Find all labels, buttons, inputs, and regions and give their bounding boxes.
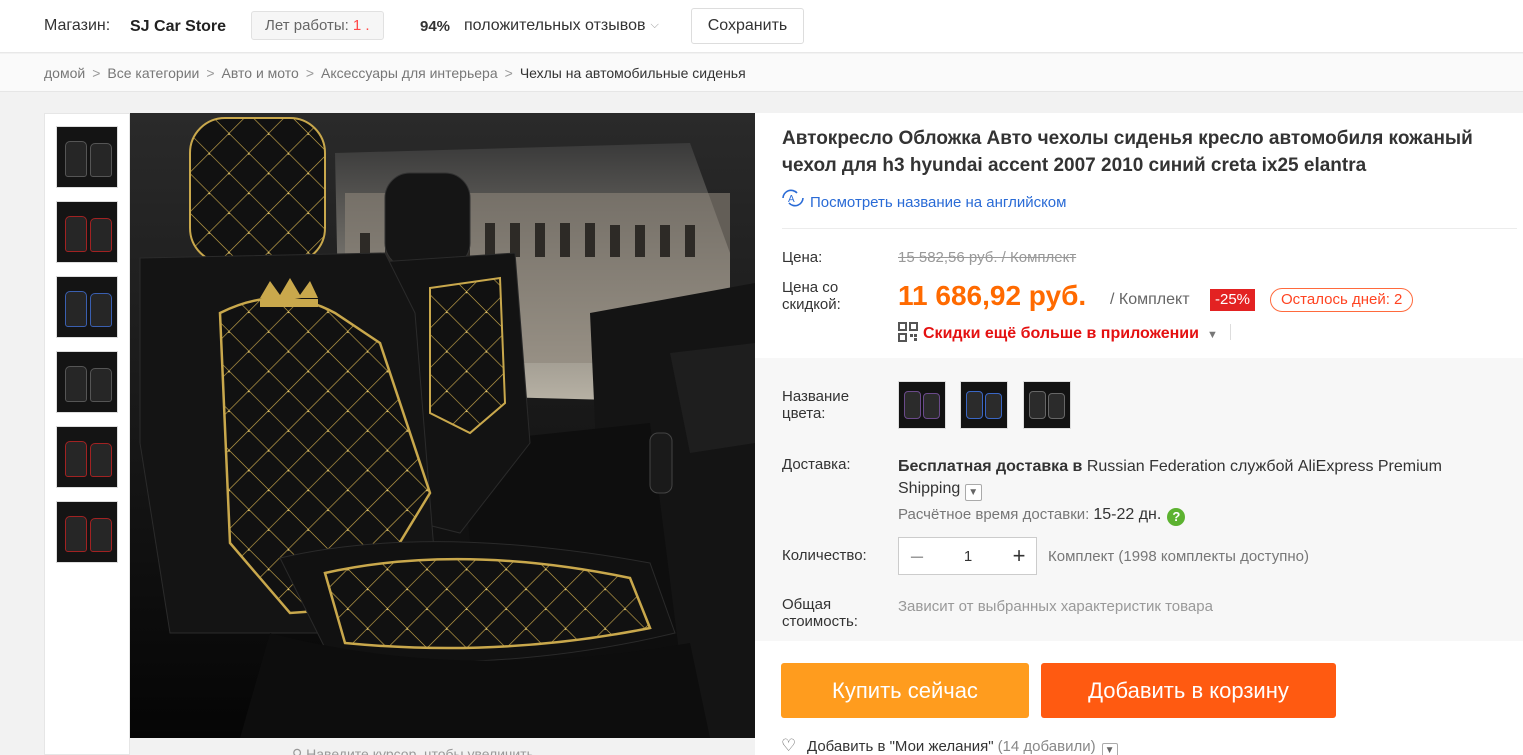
thumbnail-strip	[44, 113, 130, 755]
thumbnail-1[interactable]	[56, 126, 118, 188]
save-store-button[interactable]: Сохранить	[691, 8, 804, 44]
breadcrumb-home[interactable]: домой	[44, 65, 85, 81]
breadcrumb-all-categories[interactable]: Все категории	[107, 65, 199, 81]
breadcrumb-auto-moto[interactable]: Авто и мото	[222, 65, 299, 81]
eta-label: Расчётное время доставки:	[898, 506, 1090, 523]
breadcrumb-separator: >	[206, 65, 215, 81]
store-name-link[interactable]: SJ Car Store	[130, 18, 226, 36]
store-bar: Магазин: SJ Car Store Лет работы: 1 . 94%…	[0, 0, 1523, 53]
zoom-hint: ⚲ Наведите курсор, чтобы увеличить	[292, 746, 534, 755]
translate-link-text: Посмотреть название на английском	[810, 194, 1067, 211]
store-years-value: 1 .	[352, 17, 370, 34]
divider	[1229, 324, 1231, 340]
price-label: Цена:	[782, 249, 823, 266]
app-discount-text: Скидки ещё больше в приложении	[923, 325, 1199, 342]
breadcrumb-separator: >	[92, 65, 101, 81]
thumbnail-6[interactable]	[56, 501, 118, 563]
product-title: Автокресло Обложка Авто чехолы сиденья к…	[782, 128, 1473, 176]
add-to-cart-button[interactable]: Добавить в корзину	[1041, 663, 1336, 718]
wishlist-count: (14 добавили)	[997, 738, 1096, 755]
shipping-options-dropdown[interactable]: ▼	[964, 484, 982, 501]
thumbnail-4[interactable]	[56, 351, 118, 413]
availability-text: Комплект (1998 комплекты доступно)	[1048, 548, 1309, 565]
divider	[782, 228, 1517, 229]
help-icon[interactable]: ?	[1167, 508, 1186, 526]
chevron-down-icon: ⌵	[650, 19, 659, 32]
discount-badge: -25%	[1210, 289, 1256, 311]
price-section: Цена: 15 582,56 руб. / Комплект Цена со …	[755, 237, 1523, 347]
app-discount-dropdown[interactable]: Скидки ещё больше в приложении ▼	[898, 322, 1231, 343]
add-to-wishlist-link[interactable]: ♡ Добавить в "Мои желания" (14 добавили) ▼	[781, 736, 1118, 755]
total-value: Зависит от выбранных характеристик товар…	[898, 598, 1213, 615]
color-swatch-1[interactable]	[898, 381, 946, 429]
breadcrumb-current: Чехлы на автомобильные сиденья	[519, 65, 746, 81]
heart-icon: ♡	[781, 736, 797, 755]
translate-icon: A	[780, 189, 810, 211]
thumbnail-5[interactable]	[56, 426, 118, 488]
quantity-decrease-button[interactable]: –	[899, 538, 935, 574]
svg-text:A: A	[788, 194, 795, 205]
wishlist-label: Добавить в "Мои желания"	[807, 738, 994, 755]
days-left-badge: Осталось дней: 2	[1270, 288, 1414, 312]
thumbnail-3[interactable]	[56, 276, 118, 338]
quantity-increase-button[interactable]: +	[1001, 538, 1037, 574]
quantity-input[interactable]	[935, 538, 1001, 574]
caret-down-icon: ▼	[1206, 329, 1218, 341]
store-years-badge: Лет работы: 1 .	[251, 11, 384, 40]
total-label: Общая стоимость:	[782, 596, 858, 630]
thumbnail-2[interactable]	[56, 201, 118, 263]
breadcrumb: домой > Все категории > Авто и мото > Аксессуа…	[0, 54, 1523, 92]
store-years-label: Лет работы:	[265, 17, 349, 34]
feedback-text: положительных отзывов	[464, 17, 646, 34]
quantity-stepper: – +	[898, 537, 1037, 575]
chevron-down-icon[interactable]: ▼	[1101, 743, 1118, 755]
store-label: Магазин:	[44, 17, 111, 34]
car-seat-illustration	[130, 113, 755, 738]
quantity-label: Количество:	[782, 547, 867, 564]
main-product-image[interactable]	[130, 113, 755, 738]
color-swatch-2[interactable]	[960, 381, 1008, 429]
zoom-hint-text: Наведите курсор, чтобы увеличить	[306, 746, 534, 755]
breadcrumb-separator: >	[504, 65, 513, 81]
color-label: Название цвета:	[782, 388, 850, 422]
price-unit: / Комплект	[1110, 291, 1190, 308]
color-swatch-3[interactable]	[1023, 381, 1071, 429]
breadcrumb-interior-accessories[interactable]: Аксессуары для интерьера	[321, 65, 498, 81]
shipping-label: Доставка:	[782, 456, 851, 473]
eta-value: 15-22 дн.	[1093, 506, 1162, 523]
discount-price-label: Цена со скидкой:	[782, 279, 841, 313]
product-info-panel: Автокресло Обложка Авто чехолы сиденья к…	[755, 113, 1523, 755]
shipping-info: Бесплатная доставка в Russian Federation…	[898, 456, 1508, 501]
qr-code-icon	[898, 322, 918, 342]
old-price: 15 582,56 руб. / Комплект	[898, 249, 1077, 266]
shipping-free-text: Бесплатная доставка в	[898, 458, 1083, 475]
breadcrumb-separator: >	[305, 65, 314, 81]
translate-title-link[interactable]: A Посмотреть название на английском	[780, 189, 1066, 211]
buy-now-button[interactable]: Купить сейчас	[781, 663, 1029, 718]
attributes-section: Название цвета: Доставка: Бесплатная дос…	[755, 358, 1523, 641]
feedback-dropdown[interactable]: положительных отзывов ⌵	[464, 17, 659, 35]
discount-price: 11 686,92 руб.	[898, 280, 1087, 311]
feedback-percent: 94%	[420, 18, 451, 35]
delivery-estimate: Расчётное время доставки: 15-22 дн.?	[898, 506, 1186, 526]
